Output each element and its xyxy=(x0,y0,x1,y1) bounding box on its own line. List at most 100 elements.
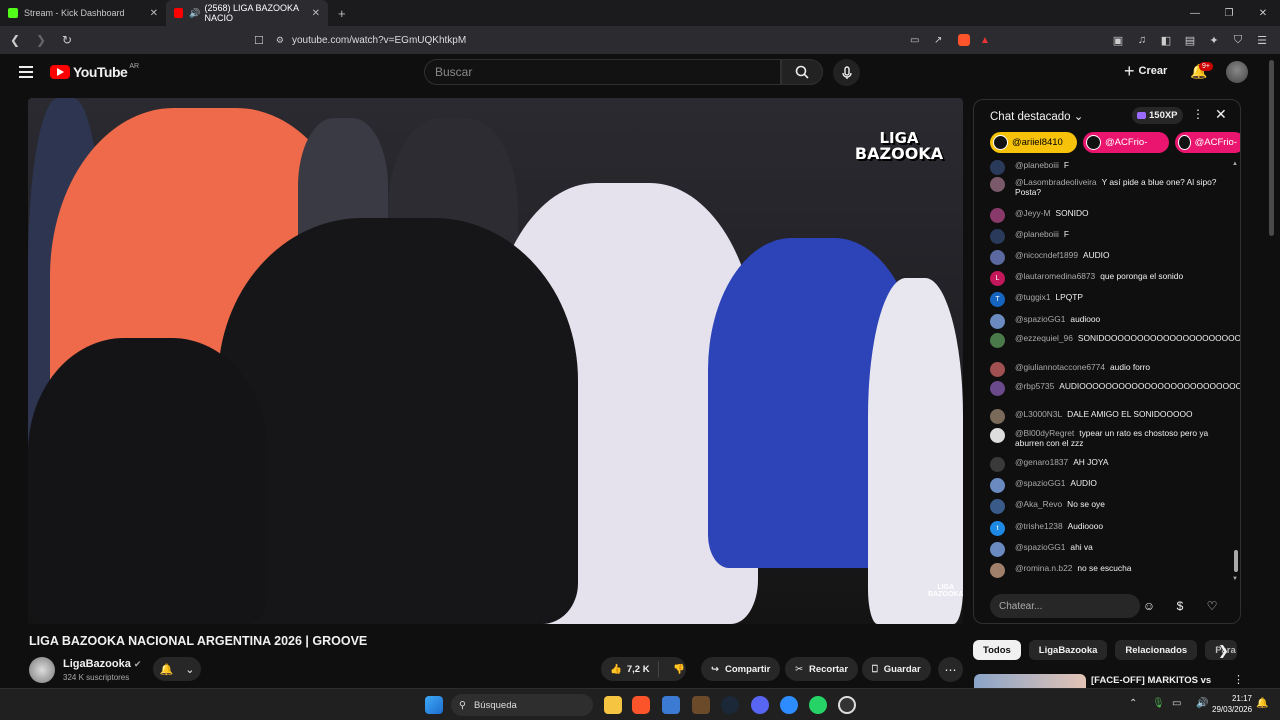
tray-chevron-icon[interactable]: ⌃ xyxy=(1129,698,1137,709)
avatar[interactable] xyxy=(990,409,1005,424)
discord-icon[interactable] xyxy=(751,696,769,714)
more-options-icon[interactable]: ⋮ xyxy=(1192,107,1204,121)
avatar[interactable]: t xyxy=(990,521,1005,536)
message-author[interactable]: @spazioGG1 xyxy=(1015,478,1065,488)
message-author[interactable]: @romina.n.b22 xyxy=(1015,563,1072,573)
avatar[interactable] xyxy=(990,563,1005,578)
message-author[interactable]: @genaro1837 xyxy=(1015,457,1068,467)
search-input[interactable]: Buscar xyxy=(424,59,781,85)
chevron-right-icon[interactable]: ❯ xyxy=(1218,643,1229,659)
account-avatar[interactable] xyxy=(1226,61,1248,83)
avatar[interactable]: L xyxy=(990,271,1005,286)
forward-icon[interactable]: ❯ xyxy=(30,29,52,51)
avatar[interactable] xyxy=(990,362,1005,377)
close-tab-icon[interactable]: ✕ xyxy=(312,8,320,19)
voice-search-button[interactable] xyxy=(833,59,860,86)
avatar[interactable] xyxy=(990,177,1005,192)
message-author[interactable]: @trishe1238 xyxy=(1015,521,1063,531)
close-tab-icon[interactable]: ✕ xyxy=(150,8,158,19)
avatar[interactable] xyxy=(990,542,1005,557)
search-button[interactable] xyxy=(781,59,823,85)
chip-channel[interactable]: LigaBazooka xyxy=(1028,640,1108,660)
more-options-icon[interactable]: ⋮ xyxy=(1233,673,1244,686)
pinned-user-chip[interactable]: @ACFrio- xyxy=(1083,132,1169,153)
avatar[interactable] xyxy=(990,333,1005,348)
file-explorer-icon[interactable] xyxy=(604,696,622,714)
leo-icon[interactable]: ✦ xyxy=(1204,30,1224,50)
message-author[interactable]: @L3000N3L xyxy=(1015,409,1062,419)
tab-youtube[interactable]: 🔊 (2568) LIGA BAZOOKA NACIO ✕ xyxy=(166,0,328,26)
screenshot-icon[interactable]: ▣ xyxy=(1108,30,1128,50)
new-tab-button[interactable]: + xyxy=(328,6,356,21)
avatar[interactable] xyxy=(990,478,1005,493)
url-text[interactable]: youtube.com/watch?v=EGmUQKhtkpM xyxy=(292,35,466,46)
obs-icon[interactable] xyxy=(838,696,856,714)
chip-related[interactable]: Relacionados xyxy=(1115,640,1198,660)
menu-icon[interactable]: ☰ xyxy=(1252,30,1272,50)
network-icon[interactable]: ▭ xyxy=(1172,698,1181,709)
message-author[interactable]: @rbp5735 xyxy=(1015,381,1054,391)
chat-mode-dropdown[interactable]: Chat destacado ⌄ xyxy=(990,109,1083,123)
heart-icon[interactable]: ♡ xyxy=(1203,597,1221,615)
avatar[interactable] xyxy=(990,229,1005,244)
address-bar[interactable]: ☐ ⚙ youtube.com/watch?v=EGmUQKhtkpM ▭ ↗ … xyxy=(254,29,1000,51)
dislike-button[interactable]: 👎 xyxy=(665,664,685,675)
super-chat-icon[interactable]: $ xyxy=(1171,597,1189,615)
chip-all[interactable]: Todos xyxy=(973,640,1021,660)
menu-icon[interactable] xyxy=(19,66,33,78)
vpn-icon[interactable]: ⛉ xyxy=(1228,30,1248,50)
share-icon[interactable]: ↗ xyxy=(934,35,942,46)
tab-kick-dashboard[interactable]: Stream - Kick Dashboard ✕ xyxy=(0,0,166,26)
recommended-video-thumbnail[interactable] xyxy=(974,674,1086,688)
brave-icon[interactable] xyxy=(632,696,650,714)
restore-icon[interactable]: ❐ xyxy=(1212,0,1246,26)
steam-icon[interactable] xyxy=(721,696,739,714)
chat-scrollbar[interactable] xyxy=(1234,166,1238,582)
channel-avatar[interactable] xyxy=(29,657,55,683)
back-icon[interactable]: ❮ xyxy=(4,29,26,51)
like-button[interactable]: 👍 7,2 K xyxy=(601,661,659,677)
message-author[interactable]: @spazioGG1 xyxy=(1015,314,1065,324)
bookmark-icon[interactable]: ☐ xyxy=(254,34,264,47)
audio-icon[interactable]: 🔊 xyxy=(189,8,200,19)
avatar[interactable] xyxy=(990,314,1005,329)
message-author[interactable]: @Jeyy-M xyxy=(1015,208,1051,218)
wallet-icon[interactable]: ▤ xyxy=(1180,30,1200,50)
site-info-icon[interactable]: ⚙ xyxy=(276,35,284,46)
message-author[interactable]: @planeboiii xyxy=(1015,229,1059,239)
share-button[interactable]: ↪ Compartir xyxy=(701,657,781,681)
minimize-icon[interactable]: — xyxy=(1178,0,1212,26)
clip-button[interactable]: ✂ Recortar xyxy=(785,657,859,681)
message-author[interactable]: @Aka_Revo xyxy=(1015,499,1062,509)
message-author[interactable]: @giuliannotaccone6774 xyxy=(1015,362,1105,372)
recommended-video-title[interactable]: [FACE-OFF] MARKITOS vs xyxy=(1091,675,1211,686)
avatar[interactable] xyxy=(990,499,1005,514)
sidebar-icon[interactable]: ◧ xyxy=(1156,30,1176,50)
scroll-thumb[interactable] xyxy=(1234,550,1238,572)
zoom-icon[interactable] xyxy=(780,696,798,714)
message-author[interactable]: @spazioGG1 xyxy=(1015,542,1065,552)
whatsapp-icon[interactable] xyxy=(809,696,827,714)
avatar[interactable] xyxy=(990,428,1005,443)
message-author[interactable]: @Bl00dyRegret xyxy=(1015,428,1074,438)
avatar[interactable]: T xyxy=(990,292,1005,307)
close-chat-icon[interactable]: ✕ xyxy=(1215,106,1227,123)
microphone-tray-icon[interactable]: 🎙 xyxy=(1152,698,1165,709)
message-author[interactable]: @Lasombradeoliveira xyxy=(1015,177,1097,187)
close-window-icon[interactable]: ✕ xyxy=(1246,0,1280,26)
brave-rewards-icon[interactable]: ▲ xyxy=(980,35,990,46)
avatar[interactable] xyxy=(990,208,1005,223)
avatar[interactable] xyxy=(990,160,1005,175)
emoji-icon[interactable]: ☺ xyxy=(1140,597,1158,615)
pinned-user-chip[interactable]: @ACFrio- xyxy=(1175,132,1240,153)
message-author[interactable]: @lautaromedina6873 xyxy=(1015,271,1095,281)
message-author[interactable]: @tuggix1 xyxy=(1015,292,1051,302)
avatar[interactable] xyxy=(990,457,1005,472)
chat-input[interactable]: Chatear... xyxy=(990,594,1140,618)
clock[interactable]: 21:17 29/03/2026 xyxy=(1212,693,1252,715)
reload-icon[interactable]: ↻ xyxy=(56,29,78,51)
avatar[interactable] xyxy=(990,381,1005,396)
create-button[interactable]: + Crear xyxy=(1124,62,1167,80)
xp-badge[interactable]: 150XP xyxy=(1132,107,1183,124)
more-actions-button[interactable]: ⋯ xyxy=(938,657,963,682)
